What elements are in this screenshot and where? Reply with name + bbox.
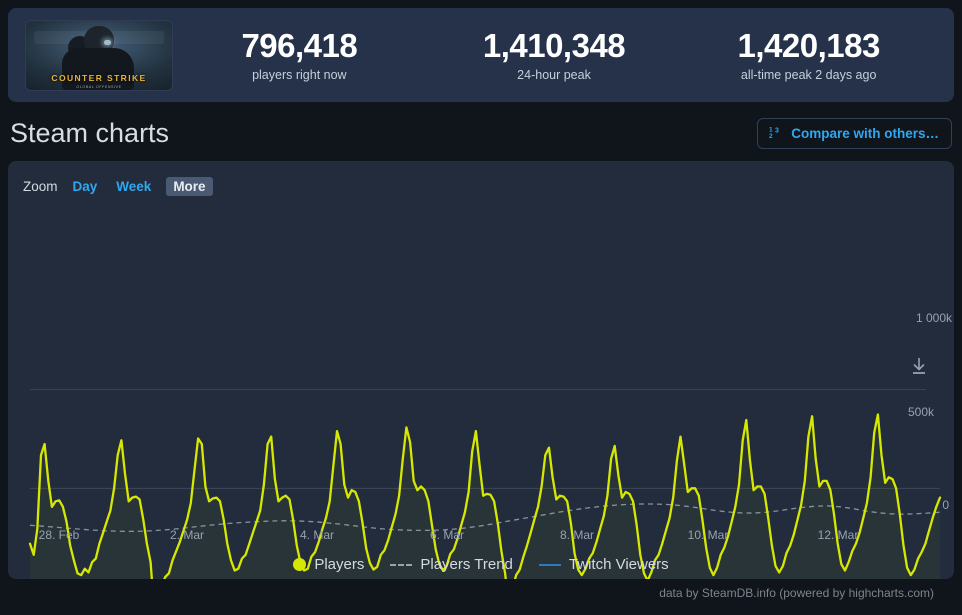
stat-value: 1,420,183 xyxy=(737,26,881,64)
page-title: Steam charts xyxy=(10,118,170,148)
legend-label: Twitch Viewers xyxy=(568,556,669,573)
legend-marker-dashed-line xyxy=(390,563,413,566)
thumbnail-logo-text: COUNTER STRIKE xyxy=(51,72,147,83)
legend-label: Players xyxy=(314,556,365,573)
svg-text:3: 3 xyxy=(775,128,779,135)
legend-item-players[interactable]: Players xyxy=(293,556,364,573)
bar-chart-icon: 1 2 3 xyxy=(769,125,784,142)
x-axis-tick-label: 10. Mar xyxy=(687,528,729,542)
stat-value: 796,418 xyxy=(241,26,358,64)
y-axis-label-1000k: 1 000k xyxy=(915,311,952,325)
game-stats-card: COUNTER STRIKE GLOBAL OFFENSIVE 796,418 … xyxy=(8,8,954,102)
x-axis-tick-label: 4. Mar xyxy=(299,528,335,542)
y-axis-label-0: 0 xyxy=(942,498,949,512)
steam-chart-card: Zoom Day Week More xyxy=(8,161,954,579)
chart-credit: data by SteamDB.info (powered by highcha… xyxy=(659,586,934,600)
legend-marker-dot xyxy=(293,558,307,571)
stat-players-right-now: 796,418 players right now xyxy=(172,26,427,83)
compare-with-others-button[interactable]: 1 2 3 Compare with others… xyxy=(757,118,952,149)
chart-plot-area[interactable] xyxy=(8,161,954,579)
stat-all-time-peak: 1,420,183 all-time peak 2 days ago xyxy=(681,26,936,83)
svg-text:2: 2 xyxy=(769,133,773,139)
section-header: Steam charts 1 2 3 Compare with others… xyxy=(8,118,954,149)
x-axis-tick-label: 8. Mar xyxy=(559,528,595,542)
stat-label: players right now xyxy=(252,68,347,83)
x-axis-tick-label: 6. Mar xyxy=(429,528,465,542)
y-axis-label-500k: 500k xyxy=(907,405,934,419)
stat-value: 1,410,348 xyxy=(482,26,626,64)
stat-label: all-time peak 2 days ago xyxy=(740,68,877,83)
thumbnail-logo-subtext: GLOBAL OFFENSIVE xyxy=(76,84,122,89)
legend-label: Players Trend xyxy=(420,556,513,573)
game-thumbnail[interactable]: COUNTER STRIKE GLOBAL OFFENSIVE xyxy=(26,20,172,90)
legend-item-twitch-viewers[interactable]: Twitch Viewers xyxy=(538,556,669,573)
stat-24-hour-peak: 1,410,348 24-hour peak xyxy=(427,26,682,83)
legend-item-players-trend[interactable]: Players Trend xyxy=(390,556,513,573)
stat-label: 24-hour peak xyxy=(517,68,591,83)
chart-legend: Players Players Trend Twitch Viewers xyxy=(0,556,962,573)
x-axis-tick-label: 12. Mar xyxy=(817,528,859,542)
legend-marker-line xyxy=(538,563,561,566)
x-axis-tick-label: 2. Mar xyxy=(169,528,205,542)
x-axis-tick-label: 28. Feb xyxy=(38,528,80,542)
compare-button-label: Compare with others… xyxy=(791,126,939,141)
steam-charts-page: COUNTER STRIKE GLOBAL OFFENSIVE 796,418 … xyxy=(0,8,962,615)
